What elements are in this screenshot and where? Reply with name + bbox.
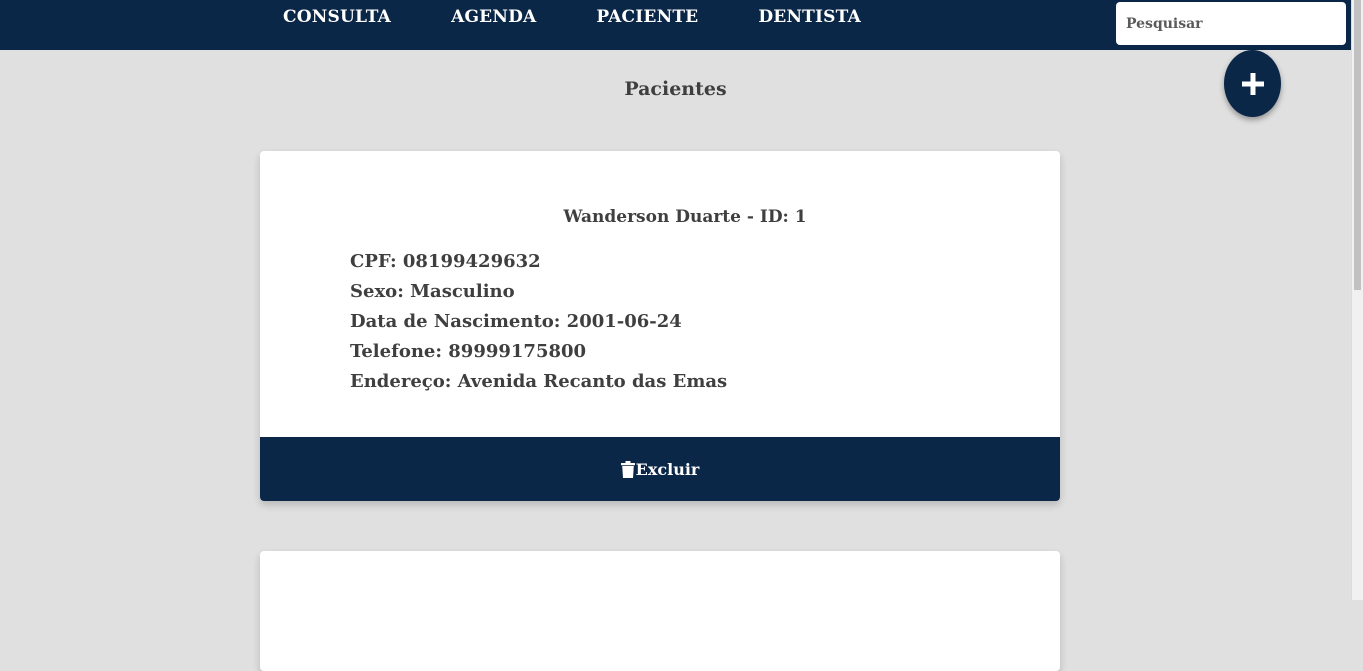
- nav-item-agenda[interactable]: AGENDA: [451, 7, 536, 27]
- trash-icon: [620, 460, 635, 478]
- patient-birthdate: Data de Nascimento: 2001-06-24: [350, 311, 682, 332]
- top-navbar: CONSULTA AGENDA PACIENTE DENTISTA: [0, 0, 1351, 50]
- plus-icon: [1241, 72, 1264, 95]
- patient-name-id: Wanderson Duarte - ID: 1: [563, 207, 807, 227]
- main-nav: CONSULTA AGENDA PACIENTE DENTISTA: [283, 7, 861, 27]
- patient-card: [260, 551, 1060, 671]
- patient-cpf: CPF: 08199429632: [350, 251, 541, 272]
- delete-button[interactable]: Excluir: [620, 459, 700, 479]
- patient-card: Wanderson Duarte - ID: 1 CPF: 0819942963…: [260, 151, 1060, 501]
- delete-label: Excluir: [635, 459, 700, 479]
- patient-address: Endereço: Avenida Recanto das Emas: [350, 371, 728, 392]
- patient-details: CPF: 08199429632 Sexo: Masculino Data de…: [350, 251, 727, 401]
- nav-item-paciente[interactable]: PACIENTE: [596, 7, 698, 27]
- scrollbar[interactable]: [1351, 0, 1363, 600]
- card-footer: Excluir: [260, 437, 1060, 501]
- nav-item-dentista[interactable]: DENTISTA: [758, 7, 861, 27]
- patient-sexo: Sexo: Masculino: [350, 281, 515, 302]
- scrollbar-thumb[interactable]: [1354, 0, 1361, 290]
- patient-phone: Telefone: 89999175800: [350, 341, 587, 362]
- nav-item-consulta[interactable]: CONSULTA: [283, 7, 391, 27]
- add-patient-button[interactable]: [1224, 50, 1281, 117]
- search-input[interactable]: [1116, 2, 1346, 45]
- page-title: Pacientes: [624, 78, 727, 100]
